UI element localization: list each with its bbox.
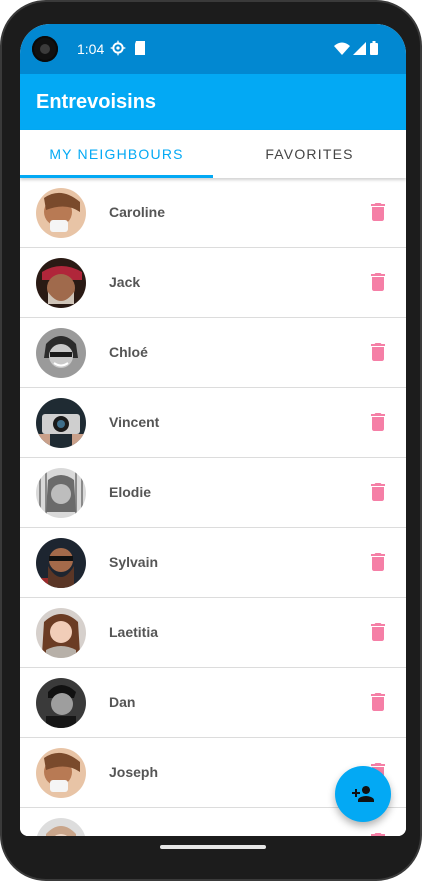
delete-icon[interactable] xyxy=(366,270,390,294)
list-item[interactable]: Elodie xyxy=(20,458,406,528)
status-bar: 1:04 xyxy=(20,24,406,74)
avatar xyxy=(36,328,86,378)
avatar xyxy=(36,188,86,238)
avatar xyxy=(36,818,86,836)
tab-favorites[interactable]: FAVORITES xyxy=(213,130,406,178)
avatar xyxy=(36,398,86,448)
neighbour-name: Elodie xyxy=(109,484,152,500)
neighbour-name: Laetitia xyxy=(109,624,159,640)
neighbour-list[interactable]: Caroline Jack Chloé Vincent Elodie Sylva… xyxy=(20,178,406,836)
signal-icon xyxy=(353,42,366,60)
list-item[interactable]: Laetitia xyxy=(20,598,406,668)
front-camera xyxy=(32,36,58,62)
wifi-icon xyxy=(334,42,350,60)
neighbour-name: Dan xyxy=(109,694,136,710)
avatar xyxy=(36,678,86,728)
tab-indicator xyxy=(20,175,213,178)
delete-icon[interactable] xyxy=(366,830,390,836)
avatar xyxy=(36,608,86,658)
status-time: 1:04 xyxy=(77,41,105,57)
person-add-icon xyxy=(352,786,374,802)
delete-icon[interactable] xyxy=(366,340,390,364)
delete-icon[interactable] xyxy=(366,550,390,574)
list-item[interactable]: Jack xyxy=(20,248,406,318)
list-item[interactable]: Dan xyxy=(20,668,406,738)
tab-bar: MY NEIGHBOURS FAVORITES xyxy=(20,130,406,178)
tab-my-neighbours[interactable]: MY NEIGHBOURS xyxy=(20,130,213,178)
neighbour-name: Chloé xyxy=(109,344,148,360)
sd-card-icon xyxy=(133,40,147,61)
delete-icon[interactable] xyxy=(366,620,390,644)
delete-icon[interactable] xyxy=(366,690,390,714)
delete-icon[interactable] xyxy=(366,200,390,224)
avatar xyxy=(36,468,86,518)
app-title: Entrevoisins xyxy=(36,91,157,113)
device-frame: 1:04 Entrevoisins MY NEIGHBOURS FAVORITE… xyxy=(0,0,422,881)
delete-icon[interactable] xyxy=(366,410,390,434)
neighbour-name: Sylvain xyxy=(109,554,159,570)
gesture-nav-handle[interactable] xyxy=(160,845,266,849)
avatar xyxy=(36,538,86,588)
list-item[interactable]: Caroline xyxy=(20,178,406,248)
list-item[interactable]: Sylvain xyxy=(20,528,406,598)
delete-icon[interactable] xyxy=(366,480,390,504)
list-item[interactable]: Chloé xyxy=(20,318,406,388)
screen: 1:04 Entrevoisins MY NEIGHBOURS FAVORITE… xyxy=(20,24,406,836)
battery-icon xyxy=(370,41,378,60)
avatar xyxy=(36,258,86,308)
app-bar: Entrevoisins xyxy=(20,74,406,130)
avatar xyxy=(36,748,86,798)
add-neighbour-button[interactable] xyxy=(335,766,391,822)
neighbour-name: Jack xyxy=(109,274,141,290)
neighbour-name: Caroline xyxy=(109,204,166,220)
neighbour-name: Vincent xyxy=(109,414,160,430)
list-item[interactable]: Vincent xyxy=(20,388,406,458)
neighbour-name: Joseph xyxy=(109,764,159,780)
settings-gear-icon xyxy=(110,40,126,61)
